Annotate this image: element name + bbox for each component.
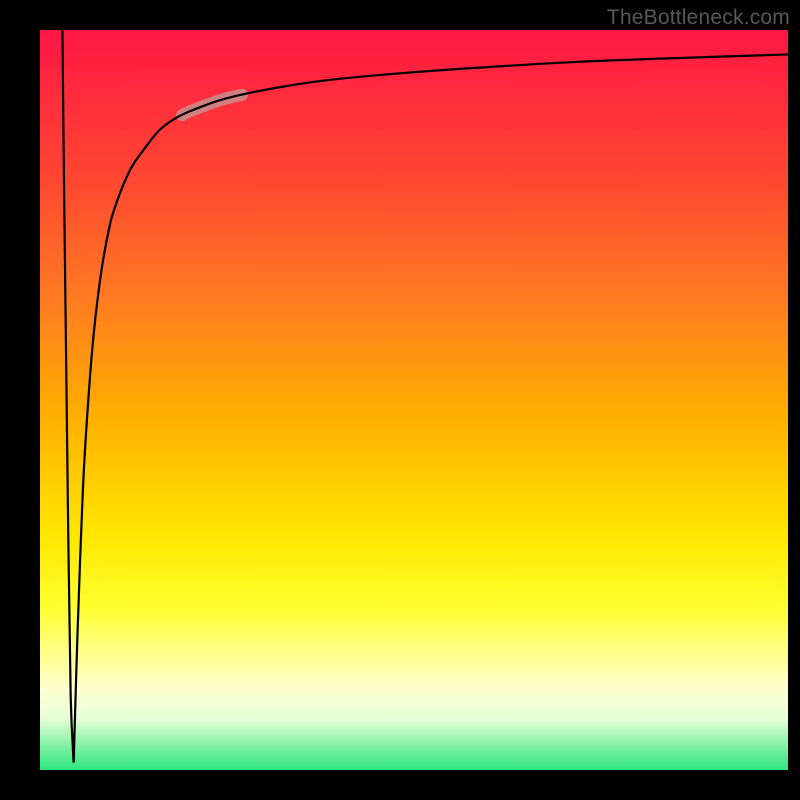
curve-layer [40,30,788,770]
plot-area [40,30,788,770]
chart-frame: TheBottleneck.com [0,0,800,800]
bottleneck-curve [62,30,788,763]
highlight-segment [182,95,242,115]
watermark-text: TheBottleneck.com [607,6,790,30]
